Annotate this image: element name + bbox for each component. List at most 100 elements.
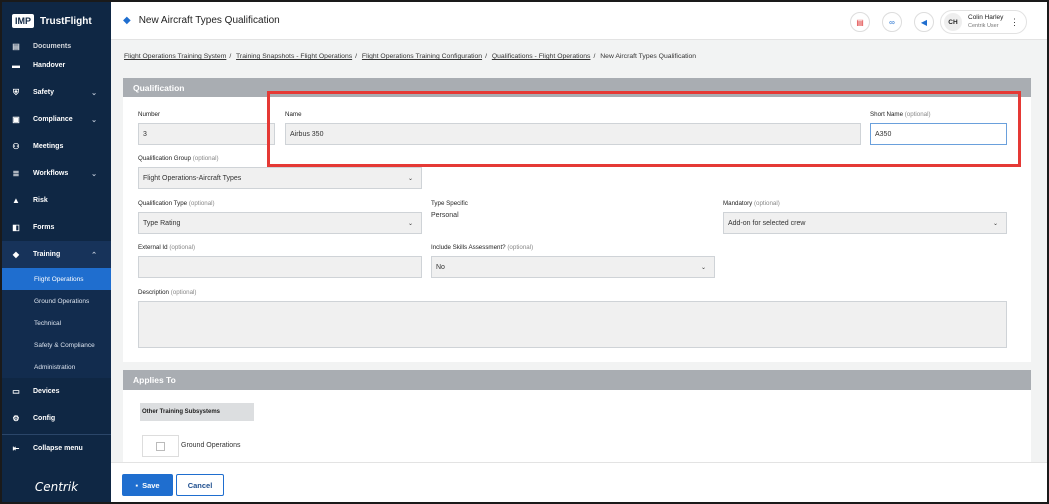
sidebar-item-config[interactable]: ⚙ Config (2, 405, 111, 432)
workflows-icon: ≣ (12, 169, 20, 178)
external-id-label-text: External Id (138, 244, 168, 251)
ground-operations-label: Ground Operations (181, 442, 241, 449)
sidebar-item-training[interactable]: ◆ Training ⌃ (2, 241, 111, 268)
handover-icon: ▬ (12, 61, 20, 70)
mandatory-value: Add-on for selected crew (728, 219, 806, 227)
optional-tag: (optional) (169, 244, 196, 251)
sidebar-item-label: Risk (33, 197, 48, 204)
sidebar-item-workflows[interactable]: ≣ Workflows ⌄ (2, 160, 111, 187)
chevron-down-icon: ⌄ (91, 116, 97, 124)
form-footer: ▪ Save Cancel (111, 462, 1047, 502)
breadcrumb-link[interactable]: Flight Operations Training System (124, 53, 226, 60)
skills-assessment-value: No (436, 263, 445, 271)
description-textarea[interactable] (138, 301, 1007, 348)
sidebar-item-meetings[interactable]: ⚇ Meetings (2, 133, 111, 160)
document-icon[interactable]: ▤ (850, 12, 870, 32)
risk-icon: ▲ (12, 196, 20, 205)
megaphone-icon[interactable]: ◀ (914, 12, 934, 32)
save-button[interactable]: ▪ Save (122, 474, 173, 496)
sidebar-item-risk[interactable]: ▲ Risk (2, 187, 111, 214)
page-title: New Aircraft Types Qualification (138, 15, 280, 26)
optional-tag: (optional) (188, 200, 215, 207)
sidebar-item-safety[interactable]: ⛨ Safety ⌄ (2, 79, 111, 106)
qualification-group-label: Qualification Group (optional) (138, 155, 219, 162)
breadcrumb-link[interactable]: Training Snapshots - Flight Operations (236, 53, 352, 60)
brand-name: TrustFlight (40, 15, 92, 27)
qualification-type-label: Qualification Type (optional) (138, 200, 215, 207)
type-specific-value: Personal (431, 212, 459, 219)
description-label: Description (optional) (138, 289, 196, 296)
number-field[interactable]: 3 (138, 123, 275, 145)
brand[interactable]: IMP TrustFlight (2, 2, 111, 40)
ground-operations-checkbox[interactable] (156, 441, 165, 451)
sidebar-item-label: Config (33, 415, 56, 422)
collapse-icon: ⇤ (12, 443, 20, 453)
sidebar-item-compliance[interactable]: ▣ Compliance ⌄ (2, 106, 111, 133)
qualification-group-label-text: Qualification Group (138, 155, 191, 162)
app-window: IMP TrustFlight ▤ Documents ▬ Handover ⛨… (2, 2, 1047, 502)
sidebar: IMP TrustFlight ▤ Documents ▬ Handover ⛨… (2, 2, 111, 502)
breadcrumb-link[interactable]: Qualifications - Flight Operations (492, 53, 591, 60)
skills-assessment-select[interactable]: No ⌄ (431, 256, 715, 278)
qualification-type-value: Type Rating (143, 219, 181, 227)
qualification-type-select[interactable]: Type Rating ⌄ (138, 212, 422, 234)
chevron-down-icon: ⌄ (407, 175, 413, 182)
chevron-down-icon: ⌄ (91, 89, 97, 97)
optional-tag: (optional) (753, 200, 780, 207)
devices-icon: ▭ (12, 387, 20, 396)
sidebar-item-handover[interactable]: ▬ Handover (2, 52, 111, 79)
forms-icon: ◧ (12, 223, 20, 232)
skills-assessment-label-text: Include Skills Assessment? (431, 244, 506, 251)
mandatory-label: Mandatory (optional) (723, 200, 780, 207)
sidebar-subitem-ground-operations[interactable]: Ground Operations (2, 290, 111, 312)
type-specific-label: Type Specific (431, 200, 468, 207)
chevron-down-icon: ⌄ (992, 220, 998, 227)
user-menu[interactable]: CH Colin Harley Centrik User ⋮ (940, 10, 1027, 34)
sidebar-item-label: Forms (33, 224, 55, 231)
shield-icon: ⛨ (13, 87, 19, 97)
section-header: Applies To (123, 370, 1031, 390)
optional-tag: (optional) (192, 155, 219, 162)
sidebar-subitem-flight-operations[interactable]: Flight Operations (2, 268, 111, 290)
applies-to-card: Applies To Other Training Subsystems Gro… (123, 370, 1031, 462)
description-label-text: Description (138, 289, 169, 296)
config-icon: ⚙ (12, 414, 20, 423)
sidebar-subitem-administration[interactable]: Administration (2, 356, 111, 378)
sidebar-item-documents[interactable]: ▤ Documents (2, 40, 111, 52)
qualification-group-select[interactable]: Flight Operations-Aircraft Types ⌄ (138, 167, 422, 189)
chevron-down-icon: ⌄ (700, 264, 706, 271)
sidebar-item-label: Devices (33, 388, 60, 395)
mandatory-select[interactable]: Add-on for selected crew ⌄ (723, 212, 1007, 234)
collapse-menu-button[interactable]: ⇤ Collapse menu (2, 434, 111, 461)
table-cell (142, 435, 179, 457)
user-role: Centrik User (968, 23, 999, 29)
optional-tag: (optional) (507, 244, 534, 251)
sidebar-subitem-technical[interactable]: Technical (2, 312, 111, 334)
more-vertical-icon[interactable]: ⋮ (1010, 17, 1019, 28)
link-icon[interactable]: ∞ (882, 12, 902, 32)
top-header: ◆ New Aircraft Types Qualification ▤ ∞ ◀… (111, 2, 1047, 40)
column-header: Other Training Subsystems (140, 403, 254, 421)
meetings-icon: ⚇ (12, 142, 20, 151)
chevron-up-icon: ⌃ (91, 251, 97, 259)
qualification-type-label-text: Qualification Type (138, 200, 188, 207)
compliance-icon: ▣ (12, 115, 20, 124)
cancel-button[interactable]: Cancel (176, 474, 224, 496)
sidebar-item-devices[interactable]: ▭ Devices (2, 378, 111, 405)
sidebar-item-label: Meetings (33, 143, 64, 150)
chevron-down-icon: ⌄ (407, 220, 413, 227)
avatar: CH (944, 13, 962, 31)
chevron-down-icon: ⌄ (91, 170, 97, 178)
save-label: Save (142, 480, 160, 490)
documents-icon: ▤ (12, 41, 20, 51)
sidebar-item-label: Compliance (33, 116, 73, 123)
sidebar-item-forms[interactable]: ◧ Forms (2, 214, 111, 241)
brand-logo: IMP (12, 14, 35, 28)
sidebar-subitem-safety-compliance[interactable]: Safety & Compliance (2, 334, 111, 356)
highlight-annotation-box (267, 91, 1021, 167)
sidebar-item-label: Documents (33, 42, 72, 50)
external-id-field[interactable] (138, 256, 422, 278)
breadcrumb-link[interactable]: Flight Operations Training Configuration (362, 53, 482, 60)
breadcrumb-current: New Aircraft Types Qualification (600, 53, 697, 60)
number-label: Number (138, 111, 161, 118)
